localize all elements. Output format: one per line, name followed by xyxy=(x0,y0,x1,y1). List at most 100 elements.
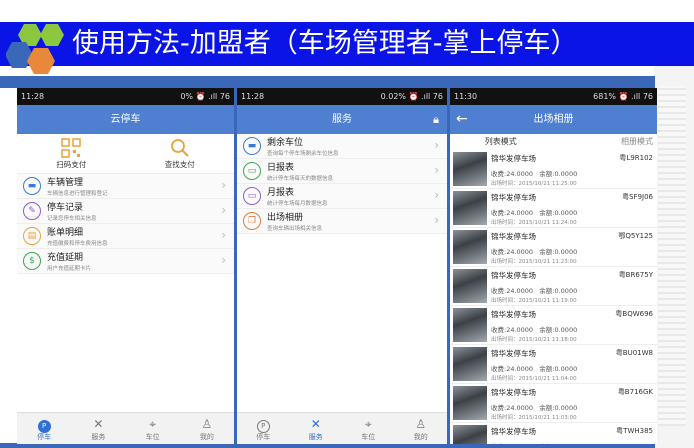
menu-item-monthly-report[interactable]: ▭ 月报表 统计停车场每月数据信息 › xyxy=(237,184,447,209)
tab-list-mode[interactable]: 列表模式 xyxy=(450,134,552,150)
parking-icon: P xyxy=(256,420,270,433)
scan-pay-button[interactable]: 扫码支付 xyxy=(17,134,126,173)
tab-label: 我的 xyxy=(199,433,214,441)
lot-name: 锦华发停车场 xyxy=(491,193,536,202)
list-item[interactable]: 锦华发停车场收费:24.0000 余额:0.0000 出场时间：2015/10/2… xyxy=(450,189,657,228)
list-item[interactable]: 锦华发停车场收费:24.0000 余额:0.0000 粤TWH385 xyxy=(450,423,657,444)
exit-time: 出场时间：2015/10/21 11:25:00 xyxy=(491,181,577,187)
bottom-tab-bar: P 停车 ✕ 服务 ⌖ 车位 ♙ 我的 xyxy=(17,412,234,444)
tab-service[interactable]: ✕ 服务 xyxy=(71,413,125,444)
car-photo-thumbnail[interactable] xyxy=(453,425,487,444)
fee-line: 收费:24.0000 余额:0.0000 xyxy=(491,285,577,295)
lot-name: 锦华发停车场 xyxy=(491,427,536,436)
tab-label: 车位 xyxy=(361,433,376,441)
balance-value: 余额:0.0000 xyxy=(539,209,578,217)
tab-parking[interactable]: P 停车 xyxy=(237,413,290,444)
list-item[interactable]: 锦华发停车场 收费:24.0000 余额:0.0000 出场时间：2015/10/2… xyxy=(450,150,657,189)
fee-line: 收费:24.0000 余额:0.0000 xyxy=(491,441,577,444)
menu-item-subtitle: 查询每个停车场剩余车位信息 xyxy=(267,151,339,157)
car-photo-thumbnail[interactable] xyxy=(453,347,487,381)
lock-icon[interactable]: 🔒︎ xyxy=(433,105,439,134)
car-icon: ▬ xyxy=(243,137,261,155)
user-icon: ♙ xyxy=(201,417,213,431)
scan-pay-label: 扫码支付 xyxy=(56,160,87,169)
exit-time: 出场时间：2015/10/21 11:04:00 xyxy=(491,376,577,382)
menu-item-remaining-spots[interactable]: ▬ 剩余车位 查询每个停车场剩余车位信息 › xyxy=(237,134,447,159)
lot-name: 锦华发停车场 xyxy=(491,310,536,319)
list-item[interactable]: 锦华发停车场 收费:24.0000 余额:0.0000 出场时间：2015/10/2… xyxy=(450,345,657,384)
app-title: 云停车 xyxy=(110,114,141,125)
tab-parking[interactable]: P 停车 xyxy=(17,413,71,444)
balance-value: 余额:0.0000 xyxy=(539,365,578,373)
exit-time: 出场时间：2015/10/21 11:03:00 xyxy=(491,415,577,421)
car-photo-thumbnail[interactable] xyxy=(453,269,487,303)
car-photo-thumbnail[interactable] xyxy=(453,191,487,225)
status-indicators: 0.02% ⏰ .ıll 76 xyxy=(380,92,443,101)
menu-item-daily-report[interactable]: ▭ 日报表 统计停车场每天的数据信息 › xyxy=(237,159,447,184)
report-icon: ▭ xyxy=(243,187,261,205)
fee-line: 收费:24.0000 余额:0.0000 xyxy=(491,207,577,217)
app-bar: ← 出场相册 xyxy=(450,105,657,134)
search-icon xyxy=(170,139,189,157)
status-time: 11:30 xyxy=(454,92,478,101)
tab-mine[interactable]: ♙ 我的 xyxy=(180,413,234,444)
tab-label: 服务 xyxy=(91,433,106,441)
chevron-right-icon: › xyxy=(434,138,439,152)
menu-item-vehicle-management[interactable]: ▬ 车辆管理 车辆信息进行管理和登记 › xyxy=(17,174,234,199)
exit-time: 出场时间：2015/10/21 11:24:00 xyxy=(491,220,577,226)
chevron-right-icon: › xyxy=(221,253,226,267)
app-bar: 服务 🔒︎ xyxy=(237,105,447,134)
fee-line: 收费:24.0000 余额:0.0000 xyxy=(491,324,577,334)
bottom-tab-bar: P 停车 ✕ 服务 ⌖ 车位 ♙ 我的 xyxy=(237,412,447,444)
menu-item-bill-details[interactable]: ▤ 账单明细 充值缴费和停车费用信息 › xyxy=(17,224,234,249)
car-photo-thumbnail[interactable] xyxy=(453,230,487,264)
tab-service[interactable]: ✕ 服务 xyxy=(290,413,343,444)
chevron-right-icon: › xyxy=(434,188,439,202)
album-icon: ❐ xyxy=(243,212,261,230)
menu-item-exit-album[interactable]: ❐ 出场相册 查询车辆出场相关信息 › xyxy=(237,209,447,234)
report-icon: ▭ xyxy=(243,162,261,180)
status-indicators: 0% ⏰ .ıll 76 xyxy=(180,92,230,101)
menu-item-title: 账单明细 xyxy=(47,228,84,238)
dollar-icon: $ xyxy=(23,252,41,270)
menu-item-recharge[interactable]: $ 充值延期 用户充值延期卡片 › xyxy=(17,249,234,274)
list-item[interactable]: 锦华发停车场 收费:24.0000 余额:0.0000 出场时间：2015/10/2… xyxy=(450,267,657,306)
menu-item-subtitle: 统计停车场每天的数据信息 xyxy=(267,176,334,182)
menu-item-parking-records[interactable]: ✎ 停车记录 记录您停车相关信息 › xyxy=(17,199,234,224)
car-photo-thumbnail[interactable] xyxy=(453,308,487,342)
phone-screen-home: 11:28 0% ⏰ .ıll 76 云停车 扫码支付 查找支付 ▬ 车辆管理 … xyxy=(17,88,234,444)
balance-value: 余额:0.0000 xyxy=(539,404,578,412)
tab-label: 服务 xyxy=(308,433,323,441)
qr-code-icon xyxy=(61,138,81,158)
back-arrow-icon[interactable]: ← xyxy=(456,105,468,134)
tab-mine[interactable]: ♙ 我的 xyxy=(395,413,448,444)
menu-item-subtitle: 记录您停车相关信息 xyxy=(47,216,97,222)
tools-icon: ✕ xyxy=(310,417,321,431)
license-plate: 粤SF9J06 xyxy=(622,193,653,201)
license-plate: 鄂Q5Y125 xyxy=(618,232,653,240)
list-item[interactable]: 锦华发停车场 收费:24.0000 余额:0.0000 出场时间：2015/10/2… xyxy=(450,306,657,345)
tab-spot[interactable]: ⌖ 车位 xyxy=(342,413,395,444)
tab-spot[interactable]: ⌖ 车位 xyxy=(126,413,180,444)
search-pay-button[interactable]: 查找支付 xyxy=(126,134,235,173)
chevron-right-icon: › xyxy=(221,178,226,192)
balance-value: 余额:0.0000 xyxy=(539,248,578,256)
list-item[interactable]: 锦华发停车场 收费:24.0000 余额:0.0000 出场时间：2015/10/2… xyxy=(450,228,657,267)
list-item[interactable]: 锦华发停车场 收费:24.0000 余额:0.0000 出场时间：2015/10/2… xyxy=(450,384,657,423)
tab-label: 车位 xyxy=(145,433,160,441)
lot-name: 锦华发停车场 xyxy=(491,349,536,358)
chevron-right-icon: › xyxy=(434,163,439,177)
license-plate: 粤TWH385 xyxy=(616,427,653,435)
bill-icon: ▤ xyxy=(23,227,41,245)
balance-value: 余额:0.0000 xyxy=(539,170,578,178)
status-bar: 11:28 0.02% ⏰ .ıll 76 xyxy=(237,88,447,105)
fee-value: 收费:24.0000 xyxy=(491,287,534,295)
payment-options: 扫码支付 查找支付 xyxy=(17,134,234,174)
car-photo-thumbnail[interactable] xyxy=(453,152,487,186)
fee-line: 收费:24.0000 余额:0.0000 xyxy=(491,402,577,412)
tab-album-mode[interactable]: 相册模式 xyxy=(552,134,658,150)
fee-value: 收费:24.0000 xyxy=(491,248,534,256)
balance-value: 余额:0.0000 xyxy=(539,326,578,334)
status-bar: 11:30 681% ⏰ .ıll 76 xyxy=(450,88,657,105)
car-photo-thumbnail[interactable] xyxy=(453,386,487,420)
